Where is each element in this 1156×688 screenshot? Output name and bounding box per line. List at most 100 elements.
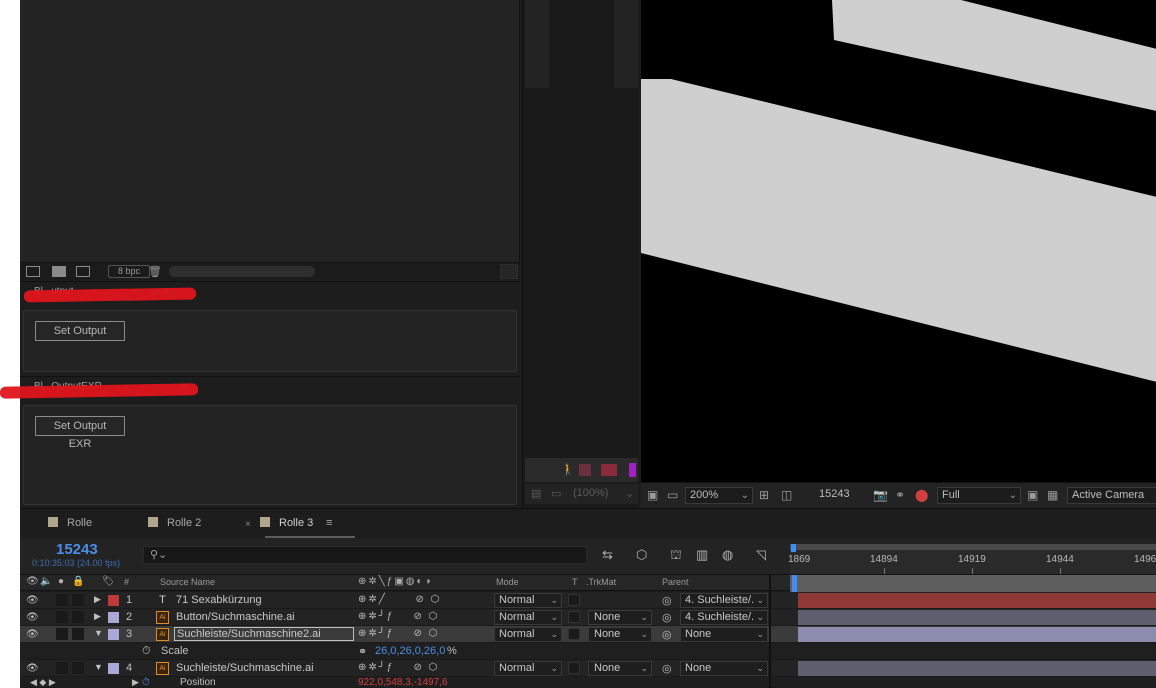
region-of-interest-icon[interactable]: ▣ [1027,488,1038,502]
show-snapshot-icon[interactable]: ⚭ [895,488,905,502]
blend-mode-dropdown[interactable]: Normal ⌄ [494,627,562,642]
playhead-handle[interactable] [791,544,796,552]
layer-switches[interactable]: ⊕✲╱ ⊘ ⬡ [358,594,441,605]
current-time-display[interactable]: 15243 [56,541,98,558]
layer-name[interactable]: Button/Suchmaschine.ai [176,611,295,623]
solo-toggle[interactable] [56,662,68,674]
blend-mode-dropdown[interactable]: Normal ⌄ [494,610,562,625]
stopwatch-icon[interactable]: ⏱ [142,645,151,658]
lock-toggle[interactable] [72,662,84,674]
transparency-grid-icon[interactable]: ▦ [1047,488,1058,502]
safe-zones-icon[interactable]: ⊞ [759,488,769,502]
label-color-swatch[interactable] [108,663,119,674]
visibility-eye-icon[interactable]: 👁 [26,663,39,674]
trash-icon[interactable]: 🗑 [148,265,162,278]
blend-mode-dropdown[interactable]: Normal ⌄ [494,661,562,676]
time-navigator[interactable] [790,544,1156,550]
new-folder-icon[interactable] [52,266,66,277]
set-output-exr-button[interactable]: Set Output EXR [35,416,125,450]
lock-icon[interactable]: 🔒 [72,576,84,587]
viewer-frame-number[interactable]: 15243 [819,488,850,500]
swatch-icon[interactable] [579,464,591,476]
property-row-position[interactable]: ◀ ◆ ▶ ▶ ⏱ Position 922,0,548,3,-1497,6 [20,677,1156,688]
layer-switches[interactable]: ⊕✲╯ƒ ⊘ ⬡ [358,662,439,673]
camera-snapshot-icon[interactable]: 📷 [873,488,888,502]
constrain-proportions-icon[interactable]: ⚭ [358,645,367,658]
chevron-down-icon[interactable]: ⌄ [625,487,634,500]
project-panel[interactable] [20,0,520,262]
tab-rolle-3[interactable]: Rolle 3 [260,517,313,529]
lock-toggle[interactable] [72,628,84,640]
preserve-transparency-toggle[interactable] [568,594,580,606]
tab-menu-icon[interactable]: ≡ [326,517,332,529]
monitor-icon[interactable]: ▭ [667,488,678,502]
solo-icon[interactable]: ● [58,576,64,587]
label-color-swatch[interactable] [108,612,119,623]
layer-switches[interactable]: ⊕✲╯ƒ ⊘ ⬡ [358,611,439,622]
solo-toggle[interactable] [56,611,68,623]
viewer-zoom-dropdown[interactable]: 200% ⌄ [685,487,753,504]
preserve-transparency-toggle[interactable] [568,611,580,623]
audio-icon[interactable]: 🔈 [40,576,52,587]
layer-duration-bar[interactable] [798,661,1156,676]
track-matte-dropdown[interactable]: None ⌄ [588,610,652,625]
label-color-swatch[interactable] [108,595,119,606]
collapse-chevron-icon[interactable]: ▼ [94,662,103,672]
parent-dropdown[interactable]: None ⌄ [680,627,768,642]
work-area-bar[interactable] [790,575,1156,592]
snapshot-icon[interactable]: ▤ [531,487,541,500]
monitor-icon[interactable]: ▭ [551,487,561,500]
blend-mode-dropdown[interactable]: Normal ⌄ [494,593,562,608]
layer-search-input[interactable]: ⚲⌄ [143,546,587,564]
close-tab-icon[interactable]: × [245,519,251,530]
label-icon[interactable]: 🏷 [102,576,115,587]
expand-chevron-icon[interactable]: ▶ [94,594,101,605]
preserve-transparency-toggle[interactable] [568,628,580,640]
project-scrollbar[interactable] [169,266,315,277]
visibility-eye-icon[interactable]: 👁 [26,612,39,623]
comp-flowchart-icon[interactable]: ⇆ [602,547,613,563]
tab-rolle[interactable]: Rolle [48,517,92,529]
color-icon[interactable] [601,464,617,476]
time-ruler[interactable]: 1869 14894 14919 14944 1496 [788,544,1156,574]
layer-duration-bar[interactable] [798,610,1156,625]
parent-pickwhip-icon[interactable]: ◎ [662,628,672,641]
set-output-button[interactable]: Set Output [35,321,125,341]
layer-row[interactable]: 👁 ▼ 4 Ai Suchleiste/Suchmaschine.ai ⊕✲╯ƒ… [20,660,1156,677]
track-matte-dropdown[interactable]: None ⌄ [588,661,652,676]
stopwatch-active-icon[interactable]: ⏱ [142,677,150,687]
graph-editor-icon[interactable]: ◹ [756,547,766,563]
solo-toggle[interactable] [56,628,68,640]
playhead-line[interactable] [792,575,797,592]
layer-duration-bar[interactable] [798,627,1156,642]
camera-dropdown[interactable]: Active Camera [1067,487,1156,504]
layer-name[interactable]: Suchleiste/Suchmaschine.ai [176,662,314,674]
parent-dropdown[interactable]: 4. Suchleiste/. ⌄ [680,593,768,608]
bpc-toggle[interactable]: 8 bpc [108,265,150,278]
person-icon[interactable]: 🚶 [561,463,575,476]
keyframe-navigator-icon[interactable]: ◀ ◆ ▶ [30,677,56,687]
composition-viewer[interactable] [641,0,1156,482]
visibility-eye-icon[interactable]: 👁 [26,629,39,640]
middle-zoom-label[interactable]: (100%) [573,487,608,499]
expand-chevron-icon[interactable]: ▶ [132,677,139,687]
lock-toggle[interactable] [72,594,84,606]
resolution-dropdown[interactable]: Full ⌄ [937,487,1021,504]
parent-pickwhip-icon[interactable]: ◎ [662,662,672,675]
layer-row[interactable]: 👁 ▼ 3 Ai Suchleiste/Suchmaschine2.ai ⊕✲╯… [20,626,1156,643]
eye-icon[interactable]: 👁 [26,576,39,587]
frame-blending-icon[interactable]: ▥ [696,547,708,563]
solo-toggle[interactable] [56,594,68,606]
track-matte-dropdown[interactable]: None ⌄ [588,627,652,642]
column-source-name[interactable]: Source Name [160,577,215,587]
shy-layers-icon[interactable]: ⛫ [670,547,682,565]
motion-blur-icon[interactable]: ◍ [722,547,733,563]
scale-value[interactable]: 26,0,26,0,26,0 [375,645,445,657]
parent-pickwhip-icon[interactable]: ◎ [662,594,672,607]
parent-dropdown[interactable]: None ⌄ [680,661,768,676]
always-preview-icon[interactable]: ▣ [647,488,658,502]
property-row-scale[interactable]: ⏱ Scale ⚭ 26,0,26,0,26,0 % [20,643,1156,660]
visibility-eye-icon[interactable]: 👁 [26,595,39,606]
layer-duration-bar[interactable] [798,593,1156,608]
mask-visibility-icon[interactable]: ◫ [781,488,792,502]
